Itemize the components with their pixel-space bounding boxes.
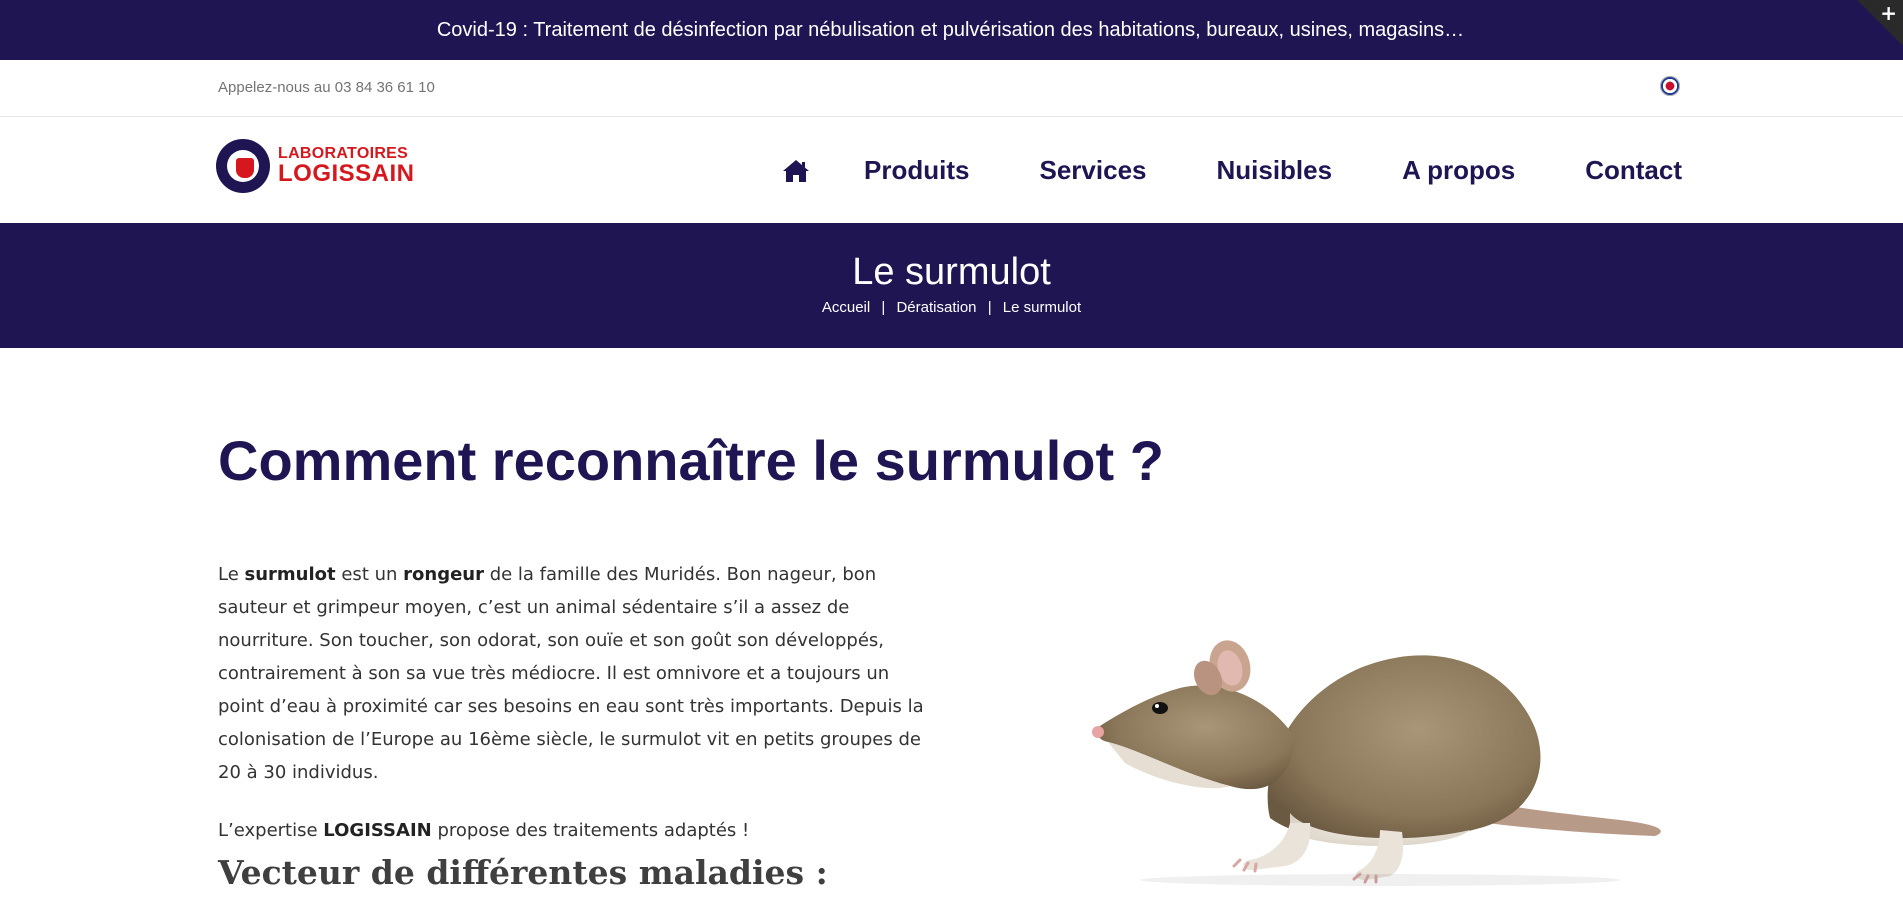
main-header: LABORATOIRES LOGISSAIN Produits Services…	[0, 117, 1903, 223]
breadcrumb-separator: |	[987, 299, 992, 316]
home-icon[interactable]	[782, 159, 810, 183]
diseases-subheading: Vecteur de différentes maladies :	[218, 853, 828, 892]
logo-emblem-icon	[218, 141, 268, 191]
bold-brand-logissain: LOGISSAIN	[323, 820, 432, 841]
text-span: L’expertise	[218, 820, 324, 841]
breadcrumb-accueil[interactable]: Accueil	[822, 299, 870, 316]
nav-item-nuisibles[interactable]: Nuisibles	[1216, 155, 1332, 186]
plus-icon: +	[1880, 1, 1897, 25]
nav-item-a-propos[interactable]: A propos	[1402, 155, 1515, 186]
text-span: de la famille des Muridés. Bon nageur, b…	[218, 564, 924, 783]
bold-term-surmulot: surmulot	[244, 564, 336, 585]
text-column: Le surmulot est un rongeur de la famille…	[218, 558, 928, 872]
phone-contact-text[interactable]: Appelez-nous au 03 84 36 61 10	[218, 79, 435, 96]
breadcrumb-current: Le surmulot	[1002, 299, 1082, 316]
intro-paragraph: Le surmulot est un rongeur de la famille…	[218, 558, 928, 789]
rat-image	[1092, 640, 1661, 886]
page-title: Le surmulot	[852, 251, 1051, 293]
breadcrumb-deratisation[interactable]: Dératisation	[896, 299, 976, 316]
top-info-bar: Appelez-nous au 03 84 36 61 10	[0, 60, 1903, 117]
page-title-band: Le surmulot Accueil | Dératisation | Le …	[0, 223, 1903, 348]
breadcrumb: Accueil | Dératisation | Le surmulot	[0, 299, 1903, 316]
logo[interactable]: LABORATOIRES LOGISSAIN	[218, 141, 415, 191]
nav-item-services[interactable]: Services	[1040, 155, 1147, 186]
flag-icon[interactable]	[1660, 76, 1680, 96]
main-nav: Produits Services Nuisibles A propos Con…	[782, 155, 1682, 186]
text-span: propose des traitements adaptés !	[431, 820, 750, 841]
covid-banner-text[interactable]: Covid-19 : Traitement de désinfection pa…	[437, 19, 1464, 42]
nav-item-contact[interactable]: Contact	[1585, 155, 1682, 186]
logo-text: LABORATOIRES LOGISSAIN	[278, 146, 415, 186]
bold-term-rongeur: rongeur	[403, 564, 484, 585]
nav-item-produits[interactable]: Produits	[864, 155, 969, 186]
main-content: Comment reconnaître le surmulot ? Le sur…	[0, 348, 1903, 900]
breadcrumb-separator: |	[881, 299, 886, 316]
logo-line2: LOGISSAIN	[278, 160, 415, 187]
corner-toggle-button[interactable]: +	[1857, 0, 1903, 46]
covid-banner[interactable]: Covid-19 : Traitement de désinfection pa…	[0, 0, 1903, 60]
text-span: Le	[218, 564, 245, 585]
expertise-paragraph: L’expertise LOGISSAIN propose des traite…	[218, 814, 928, 847]
text-span: est un	[335, 564, 404, 585]
page: Covid-19 : Traitement de désinfection pa…	[0, 0, 1903, 900]
main-heading: Comment reconnaître le surmulot ?	[218, 429, 1164, 492]
